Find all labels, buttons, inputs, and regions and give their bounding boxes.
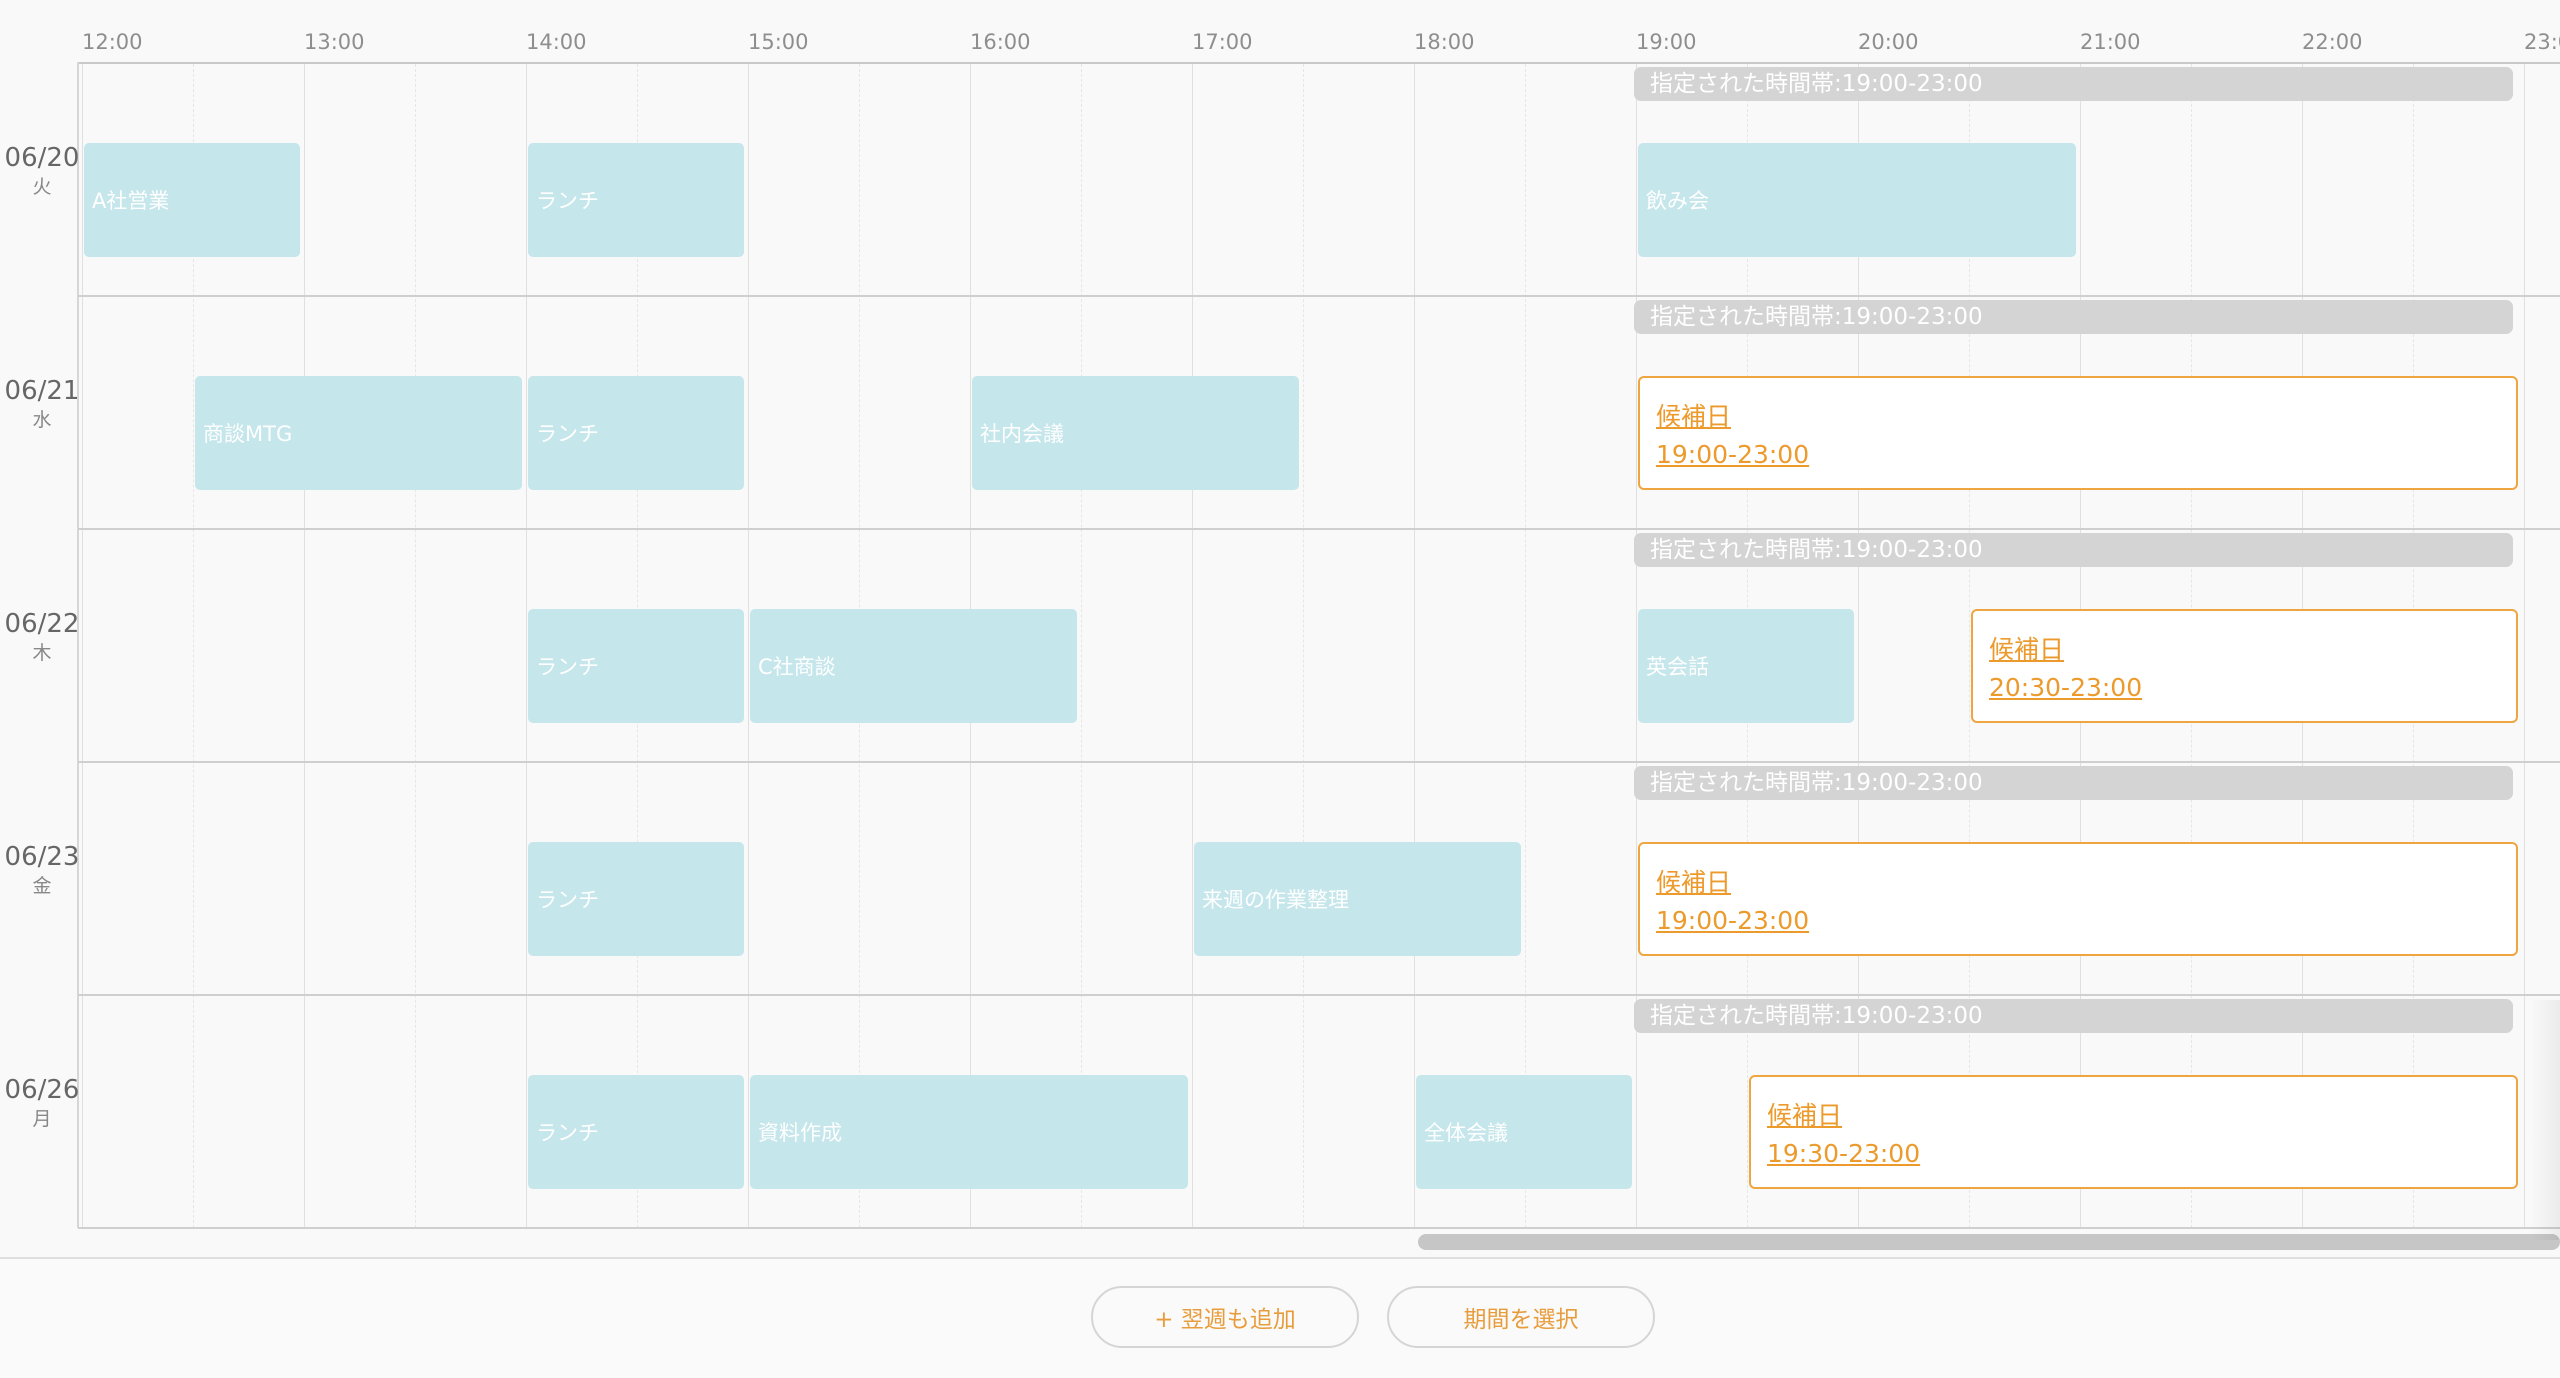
day-weekday: 火 xyxy=(32,176,52,198)
calendar-event[interactable]: 商談MTG xyxy=(195,376,522,490)
calendar-event[interactable]: 飲み会 xyxy=(1638,143,2076,257)
hour-label: 20:00 xyxy=(1858,30,1919,54)
row-divider xyxy=(78,528,2560,530)
half-hour-grid-line xyxy=(1525,64,1526,1228)
calendar-event[interactable]: 社内会議 xyxy=(972,376,1299,490)
scroll-edge-shadow xyxy=(2530,1000,2560,1240)
hour-label: 22:00 xyxy=(2302,30,2363,54)
hour-grid-line xyxy=(1414,64,1415,1228)
half-hour-grid-line xyxy=(1303,64,1304,1228)
day-label: 06/20 火 xyxy=(0,142,84,200)
header-divider xyxy=(78,62,2560,64)
row-divider xyxy=(78,761,2560,763)
available-range-bar: 指定された時間帯:19:00-23:00 xyxy=(1634,67,2513,101)
calendar-event[interactable]: ランチ xyxy=(528,376,744,490)
hour-label: 17:00 xyxy=(1192,30,1253,54)
candidate-slot[interactable]: 候補日 19:00-23:00 xyxy=(1638,842,2518,956)
hour-grid-line xyxy=(748,64,749,1228)
calendar-event[interactable]: ランチ xyxy=(528,609,744,723)
half-hour-grid-line xyxy=(1081,64,1082,1228)
candidate-slot[interactable]: 候補日 20:30-23:00 xyxy=(1971,609,2518,723)
select-period-button[interactable]: 期間を選択 xyxy=(1387,1286,1655,1348)
day-date: 06/21 xyxy=(4,376,80,406)
hour-label: 21:00 xyxy=(2080,30,2141,54)
available-range-bar: 指定された時間帯:19:00-23:00 xyxy=(1634,766,2513,800)
day-date: 06/22 xyxy=(4,609,80,639)
candidate-time[interactable]: 19:00-23:00 xyxy=(1656,436,2500,474)
calendar-event[interactable]: C社商談 xyxy=(750,609,1077,723)
available-range-bar: 指定された時間帯:19:00-23:00 xyxy=(1634,300,2513,334)
hour-grid-line xyxy=(1192,64,1193,1228)
candidate-label[interactable]: 候補日 xyxy=(1989,631,2500,669)
hour-label: 15:00 xyxy=(748,30,809,54)
candidate-time[interactable]: 19:30-23:00 xyxy=(1767,1135,2500,1173)
row-divider xyxy=(78,295,2560,297)
calendar-event[interactable]: ランチ xyxy=(528,842,744,956)
calendar-event[interactable]: ランチ xyxy=(528,1075,744,1189)
day-date: 06/20 xyxy=(4,143,80,173)
hour-grid-line xyxy=(1636,64,1637,1228)
hour-label: 18:00 xyxy=(1414,30,1475,54)
available-range-bar: 指定された時間帯:19:00-23:00 xyxy=(1634,533,2513,567)
candidate-time[interactable]: 19:00-23:00 xyxy=(1656,902,2500,940)
candidate-label[interactable]: 候補日 xyxy=(1656,864,2500,902)
hour-grid-line xyxy=(526,64,527,1228)
hour-label: 14:00 xyxy=(526,30,587,54)
calendar-event[interactable]: 資料作成 xyxy=(750,1075,1188,1189)
candidate-time[interactable]: 20:30-23:00 xyxy=(1989,669,2500,707)
hour-label: 19:00 xyxy=(1636,30,1697,54)
horizontal-scrollbar[interactable] xyxy=(1418,1234,2560,1250)
day-date: 06/23 xyxy=(4,842,80,872)
hour-grid-line xyxy=(304,64,305,1228)
candidate-label[interactable]: 候補日 xyxy=(1767,1097,2500,1135)
hour-label: 23:00 xyxy=(2524,30,2560,54)
calendar-event[interactable]: ランチ xyxy=(528,143,744,257)
day-weekday: 水 xyxy=(32,409,52,431)
day-weekday: 金 xyxy=(32,875,52,897)
day-date: 06/26 xyxy=(4,1075,80,1105)
day-label: 06/23 金 xyxy=(0,841,84,899)
day-weekday: 月 xyxy=(32,1108,52,1130)
calendar-event[interactable]: 英会話 xyxy=(1638,609,1854,723)
candidate-slot[interactable]: 候補日 19:00-23:00 xyxy=(1638,376,2518,490)
scrollbar-thumb[interactable] xyxy=(1418,1234,2560,1250)
add-next-week-button[interactable]: + 翌週も追加 xyxy=(1091,1286,1359,1348)
hour-label: 13:00 xyxy=(304,30,365,54)
day-label: 06/22 木 xyxy=(0,608,84,666)
calendar-event[interactable]: 全体会議 xyxy=(1416,1075,1632,1189)
day-weekday: 木 xyxy=(32,642,52,664)
available-range-bar: 指定された時間帯:19:00-23:00 xyxy=(1634,999,2513,1033)
day-label: 06/21 水 xyxy=(0,375,84,433)
candidate-label[interactable]: 候補日 xyxy=(1656,398,2500,436)
row-divider xyxy=(78,1227,2560,1229)
hour-grid-line xyxy=(2524,64,2525,1228)
row-divider xyxy=(78,994,2560,996)
half-hour-grid-line xyxy=(415,64,416,1228)
day-label: 06/26 月 xyxy=(0,1074,84,1132)
schedule-app: 12:00 13:00 14:00 15:00 16:00 17:00 18:00 19:00… xyxy=(0,0,2560,1378)
hour-label: 12:00 xyxy=(82,30,143,54)
hour-label: 16:00 xyxy=(970,30,1031,54)
candidate-slot[interactable]: 候補日 19:30-23:00 xyxy=(1749,1075,2518,1189)
calendar-event[interactable]: A社営業 xyxy=(84,143,300,257)
calendar-event[interactable]: 来週の作業整理 xyxy=(1194,842,1521,956)
